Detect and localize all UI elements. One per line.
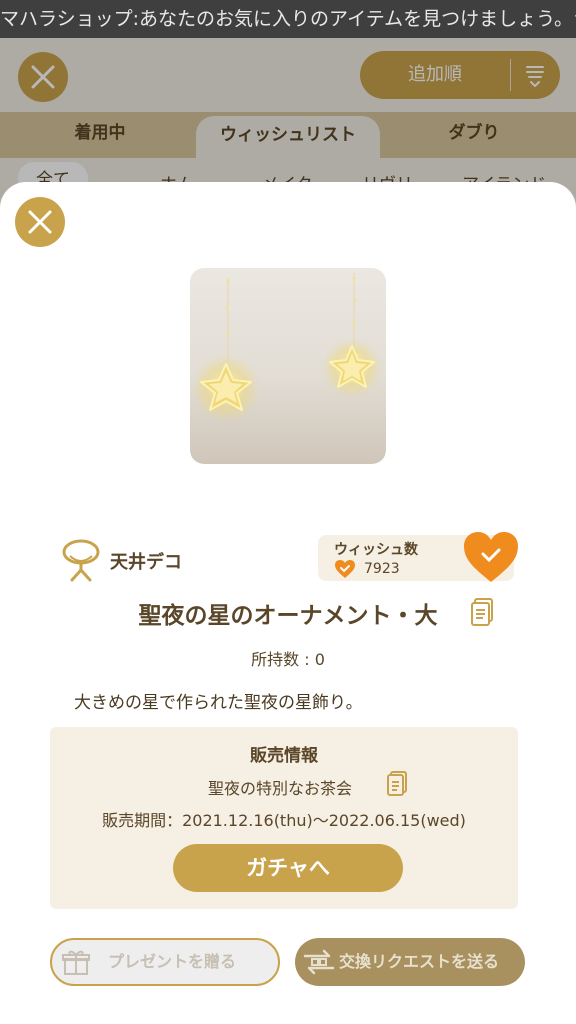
item-image: [190, 268, 386, 464]
heart-check-icon: [335, 560, 355, 578]
sale-info-panel: 販売情報 聖夜の特別なお茶会 販売期間：2021.12.16(thu)〜2022…: [50, 727, 518, 909]
wish-count: 7923: [364, 561, 400, 577]
exchange-icon: [303, 949, 335, 975]
ceiling-deco-icon: [62, 539, 100, 582]
item-description: 大きめの星で作られた聖夜の星飾り。: [74, 693, 363, 713]
modal-close-button[interactable]: [15, 197, 65, 247]
marquee-banner: マハラショップ:あなたのお気に入りのアイテムを見つけましょう。ショ: [0, 0, 576, 38]
exchange-request-label: 交換リクエストを送る: [339, 952, 500, 971]
gift-icon: [62, 950, 90, 975]
send-present-label: プレゼントを贈る: [108, 952, 237, 971]
sale-event-name: 聖夜の特別なお茶会: [208, 779, 353, 798]
sale-info-title: 販売情報: [250, 746, 318, 766]
exchange-request-button[interactable]: 交換リクエストを送る: [295, 938, 525, 986]
document-icon[interactable]: [386, 771, 408, 797]
star-ornament-icon: [192, 273, 382, 422]
document-icon[interactable]: [470, 598, 494, 626]
go-to-gacha-button[interactable]: ガチャへ: [173, 844, 403, 892]
item-detail-modal: 天井デコ ウィッシュ数 7923 聖夜の星のオーナメント・大 所持数 : 0 大…: [0, 182, 576, 1024]
sale-period: 販売期間：2021.12.16(thu)〜2022.06.15(wed): [102, 811, 466, 830]
category-label: 天井デコ: [110, 552, 182, 573]
wish-label: ウィッシュ数: [334, 542, 418, 558]
marquee-text: マハラショップ:あなたのお気に入りのアイテムを見つけましょう。ショ: [0, 8, 576, 30]
send-present-button[interactable]: プレゼントを贈る: [50, 938, 280, 986]
owned-count: 所持数 : 0: [251, 650, 325, 669]
item-name: 聖夜の星のオーナメント・大: [138, 603, 438, 629]
close-icon: [28, 210, 52, 234]
wishlist-heart-button[interactable]: [462, 530, 520, 584]
